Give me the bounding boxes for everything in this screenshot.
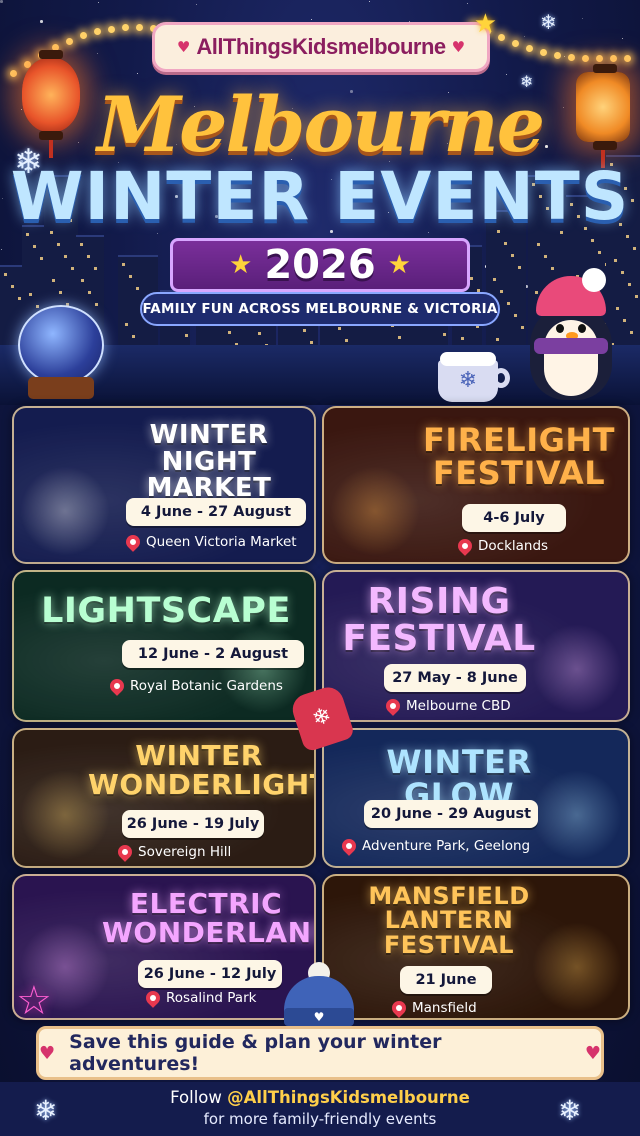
- event-location-label: Royal Botanic Gardens: [130, 678, 283, 694]
- social-handle-link[interactable]: @AllThingsKidsmelbourne: [227, 1088, 470, 1107]
- follow-prefix: Follow: [170, 1088, 222, 1107]
- event-title-line: FESTIVAL: [432, 453, 606, 492]
- poster: ❄ ❄ ❄ ♥ AllThingsKidsmelbourne ♥ ★ Melbo…: [0, 0, 640, 1136]
- event-title-line: WINTER: [135, 739, 263, 772]
- location-pin-icon: [383, 696, 403, 716]
- location-pin-icon: [107, 676, 127, 696]
- event-dates: 4-6 July: [462, 504, 566, 532]
- event-title: MANSFIELD LANTERN FESTIVAL: [342, 882, 556, 959]
- event-card: WINTER NIGHT MARKET 4 June - 27 August Quee…: [12, 406, 316, 564]
- heart-icon: ♥: [451, 38, 466, 56]
- save-guide-banner: ♥ Save this guide & plan your winter adv…: [36, 1026, 604, 1080]
- location-pin-icon: [143, 988, 163, 1008]
- hero-section: ❄ ❄ ❄ ♥ AllThingsKidsmelbourne ♥ ★ Melbo…: [0, 0, 640, 405]
- save-guide-text: Save this guide & plan your winter adven…: [69, 1031, 442, 1075]
- location-pin-icon: [389, 998, 409, 1018]
- event-title-line: LIGHTSCAPE: [41, 591, 291, 631]
- event-location-label: Rosalind Park: [166, 990, 257, 1006]
- penguin-mascot: [520, 268, 624, 405]
- event-title: ELECTRIC WONDERLAND: [102, 887, 316, 949]
- event-title: RISING FESTIVAL: [324, 581, 554, 659]
- location-pin-icon: [123, 532, 143, 552]
- star-icon: ★: [473, 9, 497, 39]
- event-card: FIRELIGHT FESTIVAL 4-6 July Docklands: [322, 406, 630, 564]
- event-location: Adventure Park, Geelong: [339, 836, 531, 856]
- event-dates: 12 June - 2 August: [122, 640, 304, 668]
- event-location: Rosalind Park: [143, 988, 257, 1008]
- event-title: FIRELIGHT FESTIVAL: [412, 424, 626, 489]
- location-pin-icon: [455, 536, 475, 556]
- event-location: Queen Victoria Market: [123, 532, 297, 552]
- event-location: Docklands: [455, 536, 549, 556]
- brand-name: AllThingsKidsmelbourne: [196, 34, 446, 59]
- event-title-line: RISING: [367, 581, 511, 622]
- title-winter-events: WINTER EVENTS: [10, 158, 630, 235]
- event-title-line: FESTIVAL: [383, 930, 515, 959]
- brand-logo: ♥ AllThingsKidsmelbourne ♥ ★: [152, 9, 497, 72]
- event-location: Sovereign Hill: [115, 842, 232, 862]
- event-card: RISING FESTIVAL 27 May - 8 June Melbourne C…: [322, 570, 630, 722]
- star-icon: ★: [387, 250, 411, 280]
- event-title: WINTERWONDERLIGHTS: [88, 739, 314, 801]
- event-title-line: NIGHT MARKET: [146, 446, 272, 504]
- event-location-label: Adventure Park, Geelong: [362, 838, 531, 854]
- event-location: Mansfield: [389, 998, 477, 1018]
- event-dates: 21 June: [400, 966, 492, 994]
- event-location: Royal Botanic Gardens: [107, 676, 283, 696]
- event-card: ELECTRIC WONDERLAND 26 June - 12 July Rosal…: [12, 874, 316, 1020]
- event-card: WINTER GLOW 20 June - 29 August Adventure …: [322, 728, 630, 868]
- star-icon: ★: [229, 250, 253, 280]
- event-title-line: WONDERLAND: [102, 915, 316, 949]
- event-location-label: Melbourne CBD: [406, 698, 511, 714]
- event-location-label: Mansfield: [412, 1000, 477, 1016]
- event-title-line: MANSFIELD: [368, 882, 530, 910]
- event-title-line: LANTERN: [384, 906, 514, 935]
- snowflake-icon: ❄: [540, 10, 557, 34]
- location-pin-icon: [115, 842, 135, 862]
- event-title-line: WINTER: [149, 420, 269, 450]
- event-dates: 26 June - 19 July: [122, 810, 264, 838]
- year-banner: ★ 2026 ★: [170, 238, 470, 292]
- event-illustration: [20, 466, 110, 556]
- event-title-line: WONDERLIGHTS: [88, 767, 314, 801]
- event-illustration: [330, 466, 420, 556]
- heart-icon: ♥: [176, 38, 191, 56]
- event-title-line: FESTIVAL: [342, 617, 536, 659]
- heart-icon: ♥: [39, 1042, 56, 1064]
- tagline: FAMILY FUN ACROSS MELBOURNE & VICTORIA: [140, 292, 500, 326]
- beanie-illustration: ♥: [284, 962, 354, 1028]
- event-dates: 26 June - 12 July: [138, 960, 282, 988]
- follow-line: Follow @AllThingsKidsmelbourne: [0, 1088, 640, 1107]
- event-card: LIGHTSCAPE 12 June - 2 August Royal Botani…: [12, 570, 316, 722]
- location-pin-icon: [339, 836, 359, 856]
- heart-icon: ♥: [584, 1042, 601, 1064]
- event-title: LIGHTSCAPE: [14, 591, 314, 631]
- event-card: WINTERWONDERLIGHTS 26 June - 19 July Sover…: [12, 728, 316, 868]
- snow-globe-illustration: [14, 305, 108, 399]
- year-label: 2026: [264, 242, 376, 288]
- event-title: WINTER NIGHT MARKET: [114, 422, 304, 502]
- event-location-label: Sovereign Hill: [138, 844, 232, 860]
- event-title-line: ELECTRIC: [129, 887, 283, 920]
- event-location-label: Docklands: [478, 538, 549, 554]
- event-title-line: FIRELIGHT: [423, 421, 615, 459]
- event-dates: 27 May - 8 June: [384, 664, 526, 692]
- title-melbourne: Melbourne: [96, 80, 545, 169]
- event-location: Melbourne CBD: [383, 696, 511, 716]
- hot-cocoa-illustration: ❄: [438, 350, 512, 402]
- event-dates: 20 June - 29 August: [364, 800, 538, 828]
- event-card: MANSFIELD LANTERN FESTIVAL 21 June Mansfield: [322, 874, 630, 1020]
- follow-subtext: for more family-friendly events: [203, 1110, 437, 1128]
- event-location-label: Queen Victoria Market: [146, 534, 297, 550]
- event-dates: 4 June - 27 August: [126, 498, 306, 526]
- star-icon: ☆: [16, 978, 52, 1024]
